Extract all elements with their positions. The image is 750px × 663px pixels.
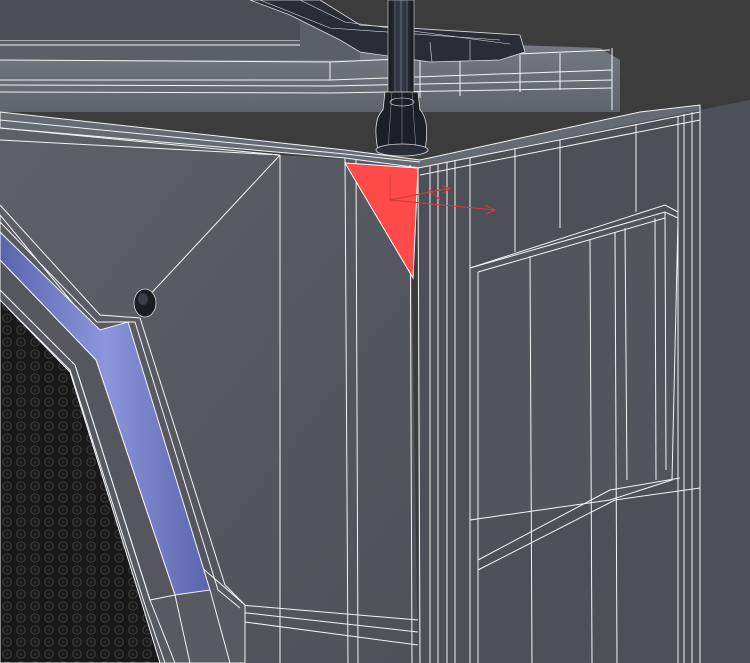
cabinet-right-side[interactable] — [417, 100, 750, 663]
3d-viewport[interactable] — [0, 0, 750, 663]
rivet[interactable] — [133, 288, 157, 318]
